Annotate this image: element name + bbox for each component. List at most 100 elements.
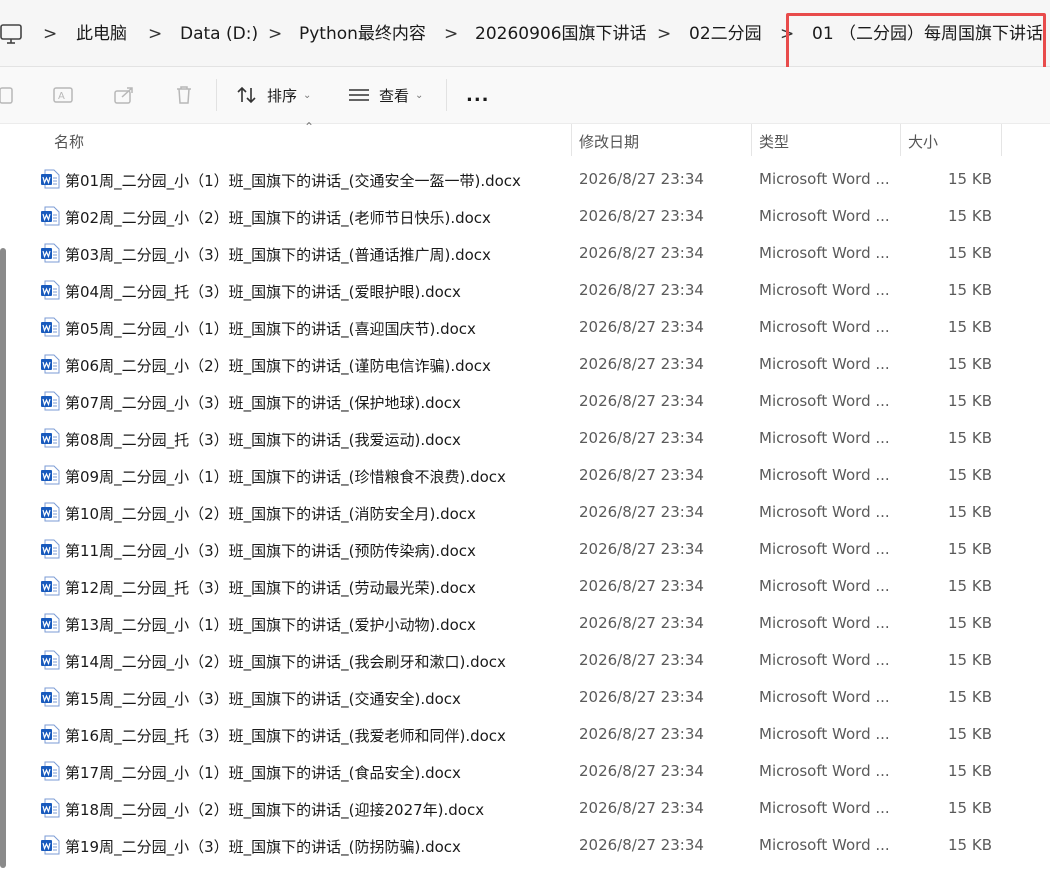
file-name: 第11周_二分园_小（3）班_国旗下的讲话_(预防传染病).docx [65, 542, 476, 560]
breadcrumb-item-python-folder[interactable]: Python最终内容 [299, 22, 426, 46]
word-doc-icon [40, 761, 60, 781]
breadcrumb-item-this-pc[interactable]: 此电脑 [76, 22, 127, 46]
highlight-annotation-box [786, 13, 1046, 71]
file-row[interactable]: 第06周_二分园_小（2）班_国旗下的讲话_(谨防电信诈骗).docx 2026/… [0, 346, 1050, 383]
word-doc-icon [40, 576, 60, 596]
view-label: 查看 [379, 86, 410, 105]
breadcrumb-item-speech-folder[interactable]: 20260906国旗下讲话 [475, 22, 647, 46]
word-doc-icon [40, 428, 60, 448]
toolbar-divider [446, 79, 447, 111]
file-type: Microsoft Word ... [759, 762, 890, 780]
breadcrumb-chevron-icon[interactable]: > [148, 22, 162, 46]
view-button[interactable]: 查看 ⌄ [348, 81, 423, 109]
address-bar[interactable]: > 此电脑 > Data (D:) > Python最终内容 > 2026090… [0, 0, 1050, 71]
file-modified-date: 2026/8/27 23:34 [579, 281, 704, 299]
file-type: Microsoft Word ... [759, 577, 890, 595]
file-type: Microsoft Word ... [759, 429, 890, 447]
breadcrumb-chevron-icon[interactable]: > [657, 22, 671, 46]
file-type: Microsoft Word ... [759, 318, 890, 336]
file-row[interactable]: 第15周_二分园_小（3）班_国旗下的讲话_(交通安全).docx 2026/8/… [0, 679, 1050, 716]
file-row[interactable]: 第13周_二分园_小（1）班_国旗下的讲话_(爱护小动物).docx 2026/8… [0, 605, 1050, 642]
breadcrumb-chevron-icon[interactable]: > [43, 22, 57, 46]
copy-icon[interactable] [0, 83, 18, 107]
breadcrumb-chevron-icon[interactable]: > [268, 22, 282, 46]
word-doc-icon [40, 687, 60, 707]
file-row[interactable]: 第18周_二分园_小（2）班_国旗下的讲话_(迎接2027年).docx 2026… [0, 790, 1050, 827]
word-doc-icon [40, 539, 60, 559]
column-divider[interactable] [571, 124, 572, 156]
word-doc-icon [40, 243, 60, 263]
file-row[interactable]: 第04周_二分园_托（3）班_国旗下的讲话_(爱眼护眼).docx 2026/8/… [0, 272, 1050, 309]
file-row[interactable]: 第03周_二分园_小（3）班_国旗下的讲话_(普通话推广周).docx 2026/… [0, 235, 1050, 272]
file-type: Microsoft Word ... [759, 466, 890, 484]
breadcrumb-chevron-icon[interactable]: > [444, 22, 458, 46]
file-row[interactable]: 第02周_二分园_小（2）班_国旗下的讲话_(老师节日快乐).docx 2026/… [0, 198, 1050, 235]
file-type: Microsoft Word ... [759, 614, 890, 632]
file-type: Microsoft Word ... [759, 281, 890, 299]
sort-icon [237, 86, 256, 104]
file-size: 15 KB [948, 429, 992, 447]
word-doc-icon [40, 613, 60, 633]
file-size: 15 KB [948, 281, 992, 299]
file-row[interactable]: 第14周_二分园_小（2）班_国旗下的讲话_(我会刷牙和漱口).docx 2026… [0, 642, 1050, 679]
column-header-type[interactable]: 类型 [759, 131, 789, 152]
column-header-size[interactable]: 大小 [908, 131, 938, 152]
file-size: 15 KB [948, 207, 992, 225]
more-options-button[interactable]: ... [466, 81, 490, 109]
column-divider[interactable] [1001, 124, 1002, 156]
file-name: 第10周_二分园_小（2）班_国旗下的讲话_(消防安全月).docx [65, 505, 476, 523]
file-name: 第04周_二分园_托（3）班_国旗下的讲话_(爱眼护眼).docx [65, 283, 461, 301]
svg-text:A: A [58, 91, 65, 102]
file-type: Microsoft Word ... [759, 725, 890, 743]
file-row[interactable]: 第16周_二分园_托（3）班_国旗下的讲话_(我爱老师和同伴).docx 2026… [0, 716, 1050, 753]
file-row[interactable]: 第07周_二分园_小（3）班_国旗下的讲话_(保护地球).docx 2026/8/… [0, 383, 1050, 420]
file-row[interactable]: 第05周_二分园_小（1）班_国旗下的讲话_(喜迎国庆节).docx 2026/8… [0, 309, 1050, 346]
file-name: 第16周_二分园_托（3）班_国旗下的讲话_(我爱老师和同伴).docx [65, 727, 506, 745]
file-row[interactable]: 第08周_二分园_托（3）班_国旗下的讲话_(我爱运动).docx 2026/8/… [0, 420, 1050, 457]
breadcrumb-item-branch-folder[interactable]: 02二分园 [689, 22, 762, 46]
file-size: 15 KB [948, 614, 992, 632]
file-name: 第09周_二分园_小（1）班_国旗下的讲话_(珍惜粮食不浪费).docx [65, 468, 506, 486]
file-row[interactable]: 第19周_二分园_小（3）班_国旗下的讲话_(防拐防骗).docx 2026/8/… [0, 827, 1050, 864]
file-modified-date: 2026/8/27 23:34 [579, 799, 704, 817]
file-type: Microsoft Word ... [759, 503, 890, 521]
file-type: Microsoft Word ... [759, 836, 890, 854]
word-doc-icon [40, 354, 60, 374]
column-header-date[interactable]: 修改日期 [579, 131, 639, 152]
column-header-name[interactable]: 名称 [54, 131, 84, 152]
breadcrumb-item-drive[interactable]: Data (D:) [180, 22, 258, 46]
file-modified-date: 2026/8/27 23:34 [579, 577, 704, 595]
file-list: 第01周_二分园_小（1）班_国旗下的讲话_(交通安全一盔一带).docx 202… [0, 161, 1050, 864]
sort-ascending-icon: ⌃ [304, 120, 315, 134]
column-divider[interactable] [900, 124, 901, 156]
file-row[interactable]: 第10周_二分园_小（2）班_国旗下的讲话_(消防安全月).docx 2026/8… [0, 494, 1050, 531]
file-name: 第05周_二分园_小（1）班_国旗下的讲话_(喜迎国庆节).docx [65, 320, 476, 338]
file-row[interactable]: 第11周_二分园_小（3）班_国旗下的讲话_(预防传染病).docx 2026/8… [0, 531, 1050, 568]
file-type: Microsoft Word ... [759, 355, 890, 373]
file-row[interactable]: 第09周_二分园_小（1）班_国旗下的讲话_(珍惜粮食不浪费).docx 2026… [0, 457, 1050, 494]
file-name: 第19周_二分园_小（3）班_国旗下的讲话_(防拐防骗).docx [65, 838, 461, 856]
file-name: 第02周_二分园_小（2）班_国旗下的讲话_(老师节日快乐).docx [65, 209, 491, 227]
file-name: 第01周_二分园_小（1）班_国旗下的讲话_(交通安全一盔一带).docx [65, 172, 521, 190]
file-name: 第03周_二分园_小（3）班_国旗下的讲话_(普通话推广周).docx [65, 246, 491, 264]
file-type: Microsoft Word ... [759, 170, 890, 188]
sort-button[interactable]: 排序 ⌄ [236, 81, 311, 109]
file-name: 第17周_二分园_小（1）班_国旗下的讲话_(食品安全).docx [65, 764, 461, 782]
share-icon[interactable] [112, 83, 136, 107]
file-modified-date: 2026/8/27 23:34 [579, 651, 704, 669]
file-size: 15 KB [948, 392, 992, 410]
file-row[interactable]: 第12周_二分园_托（3）班_国旗下的讲话_(劳动最光荣).docx 2026/8… [0, 568, 1050, 605]
column-divider[interactable] [751, 124, 752, 156]
file-size: 15 KB [948, 762, 992, 780]
file-modified-date: 2026/8/27 23:34 [579, 540, 704, 558]
delete-icon[interactable] [172, 83, 196, 107]
file-row[interactable]: 第17周_二分园_小（1）班_国旗下的讲话_(食品安全).docx 2026/8/… [0, 753, 1050, 790]
file-row[interactable]: 第01周_二分园_小（1）班_国旗下的讲话_(交通安全一盔一带).docx 202… [0, 161, 1050, 198]
computer-icon[interactable] [0, 22, 22, 46]
file-modified-date: 2026/8/27 23:34 [579, 466, 704, 484]
word-doc-icon [40, 206, 60, 226]
rename-icon[interactable]: A [51, 83, 75, 107]
toolbar-divider [216, 79, 217, 111]
file-size: 15 KB [948, 651, 992, 669]
file-modified-date: 2026/8/27 23:34 [579, 355, 704, 373]
